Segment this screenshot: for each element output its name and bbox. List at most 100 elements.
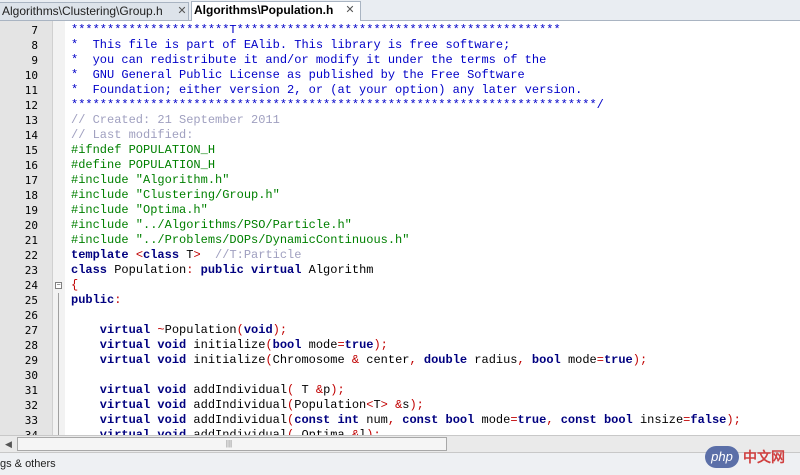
code-token: template	[71, 248, 136, 262]
code-line[interactable]: 33 virtual void addIndividual(const int …	[0, 413, 800, 428]
tab-group-h[interactable]: Algorithms\Clustering\Group.h ✕	[0, 2, 189, 20]
scroll-left-icon[interactable]: ◀	[1, 437, 16, 451]
horizontal-scrollbar[interactable]: ◀ |||	[0, 435, 800, 452]
line-number: 23	[24, 264, 38, 277]
code-token: //T:Particle	[200, 248, 302, 262]
watermark-logo: php 中文网	[705, 446, 797, 470]
code-token: **********************T*****************…	[71, 23, 561, 37]
line-text: virtual void initialize(bool mode=true);	[71, 338, 388, 353]
code-line[interactable]: 27 virtual ~Population(void);	[0, 323, 800, 338]
code-token: =	[337, 338, 345, 352]
fold-guide	[58, 398, 59, 413]
line-number: 11	[24, 84, 38, 97]
code-token: // Last modified:	[71, 128, 194, 142]
code-line[interactable]: 32 virtual void addIndividual(Population…	[0, 398, 800, 413]
fold-toggle-icon[interactable]: −	[55, 282, 62, 289]
code-line[interactable]: 19 #include "Optima.h"	[0, 203, 800, 218]
line-text: #include "../Algorithms/PSO/Particle.h"	[71, 218, 352, 233]
code-line[interactable]: 16 #define POPULATION_H	[0, 158, 800, 173]
code-line[interactable]: 25 public:	[0, 293, 800, 308]
code-token: addIndividual	[193, 398, 288, 412]
code-token: addIndividual	[193, 428, 288, 435]
code-token: #include "Algorithm.h"	[71, 173, 230, 187]
code-token: ,	[409, 353, 417, 367]
code-token: virtual void	[71, 428, 194, 435]
code-token: // Created: 21 September 2011	[71, 113, 280, 127]
line-text: #ifndef POPULATION_H	[71, 143, 215, 158]
fold-guide	[58, 368, 59, 383]
code-token: mode	[567, 353, 597, 367]
code-token: bool	[524, 353, 568, 367]
code-line[interactable]: 20 #include "../Algorithms/PSO/Particle.h…	[0, 218, 800, 233]
code-token: true	[603, 353, 633, 367]
line-number: 10	[24, 69, 38, 82]
close-icon[interactable]: ✕	[344, 4, 356, 16]
line-text: #include "Optima.h"	[71, 203, 208, 218]
code-line[interactable]: 10 * GNU General Public License as publis…	[0, 68, 800, 83]
code-token: :	[114, 293, 122, 307]
code-line[interactable]: 30	[0, 368, 800, 383]
code-line[interactable]: 23 class Population: public virtual Algor…	[0, 263, 800, 278]
code-line[interactable]: 28 virtual void initialize(bool mode=tru…	[0, 338, 800, 353]
line-number: 31	[24, 384, 38, 397]
watermark-text: 中文网	[743, 449, 785, 465]
code-line[interactable]: 24 − {	[0, 278, 800, 293]
code-line[interactable]: 15 #ifndef POPULATION_H	[0, 143, 800, 158]
code-line[interactable]: 8 * This file is part of EAlib. This libr…	[0, 38, 800, 53]
code-token: #include "Clustering/Group.h"	[71, 188, 280, 202]
line-number: 18	[24, 189, 38, 202]
line-number: 14	[24, 129, 38, 142]
code-token: true	[517, 413, 547, 427]
line-text: #define POPULATION_H	[71, 158, 215, 173]
code-token: true	[344, 338, 374, 352]
code-token: * Foundation; either version 2, or (at y…	[71, 83, 583, 97]
line-number: 29	[24, 354, 38, 367]
code-line[interactable]: 22 template <class T> //T:Particle	[0, 248, 800, 263]
line-text: virtual void addIndividual( Optima &l);	[71, 428, 381, 435]
line-text: **********************T*****************…	[71, 23, 561, 38]
code-token: #ifndef POPULATION_H	[71, 143, 216, 157]
code-line[interactable]: 12 **************************************…	[0, 98, 800, 113]
code-line[interactable]: 11 * Foundation; either version 2, or (at…	[0, 83, 800, 98]
code-token: #include "../Algorithms/PSO/Particle.h"	[71, 218, 352, 232]
line-number: 27	[24, 324, 38, 337]
line-text: virtual ~Population(void);	[71, 323, 287, 338]
code-token: =	[510, 413, 518, 427]
line-number: 26	[24, 309, 38, 322]
code-token: T	[179, 248, 194, 262]
scrollbar-thumb[interactable]: |||	[17, 437, 447, 451]
fold-guide	[58, 293, 59, 308]
code-line[interactable]: 9 * you can redistribute it and/or modify…	[0, 53, 800, 68]
code-line[interactable]: 26	[0, 308, 800, 323]
code-line[interactable]: 31 virtual void addIndividual( T &p);	[0, 383, 800, 398]
code-line[interactable]: 13 // Created: 21 September 2011	[0, 113, 800, 128]
code-editor[interactable]: 7 **********************T****************…	[0, 21, 800, 435]
line-number: 30	[24, 369, 38, 382]
code-line[interactable]: 29 virtual void initialize(Chromosome & …	[0, 353, 800, 368]
code-line[interactable]: 7 **********************T****************…	[0, 23, 800, 38]
line-number: 9	[31, 54, 38, 67]
line-number: 16	[24, 159, 38, 172]
line-number: 7	[31, 24, 38, 37]
code-line[interactable]: 21 #include "../Problems/DOPs/DynamicCont…	[0, 233, 800, 248]
status-bar: gs & others	[0, 452, 800, 475]
code-token: Population	[114, 263, 187, 277]
line-text: * GNU General Public License as publishe…	[71, 68, 525, 83]
code-token: );	[330, 383, 345, 397]
code-line[interactable]: 18 #include "Clustering/Group.h"	[0, 188, 800, 203]
code-token: <	[135, 248, 144, 262]
close-icon[interactable]: ✕	[176, 5, 188, 17]
code-token: * GNU General Public License as publishe…	[71, 68, 525, 82]
tab-population-h[interactable]: Algorithms\Population.h ✕	[191, 1, 361, 21]
tab-bar: Algorithms\Clustering\Group.h ✕ Algorith…	[0, 0, 800, 21]
tab-label: Algorithms\Population.h	[194, 3, 334, 17]
code-line[interactable]: 17 #include "Algorithm.h"	[0, 173, 800, 188]
line-number: 34	[0, 428, 38, 435]
code-token: void	[243, 323, 273, 337]
line-text: * This file is part of EAlib. This libra…	[71, 38, 510, 53]
code-token: initialize	[193, 338, 266, 352]
code-token: center	[359, 353, 410, 367]
code-line[interactable]: 34 virtual void addIndividual( Optima &l…	[0, 428, 800, 435]
code-line[interactable]: 14 // Last modified:	[0, 128, 800, 143]
code-token: Optima	[294, 428, 352, 435]
